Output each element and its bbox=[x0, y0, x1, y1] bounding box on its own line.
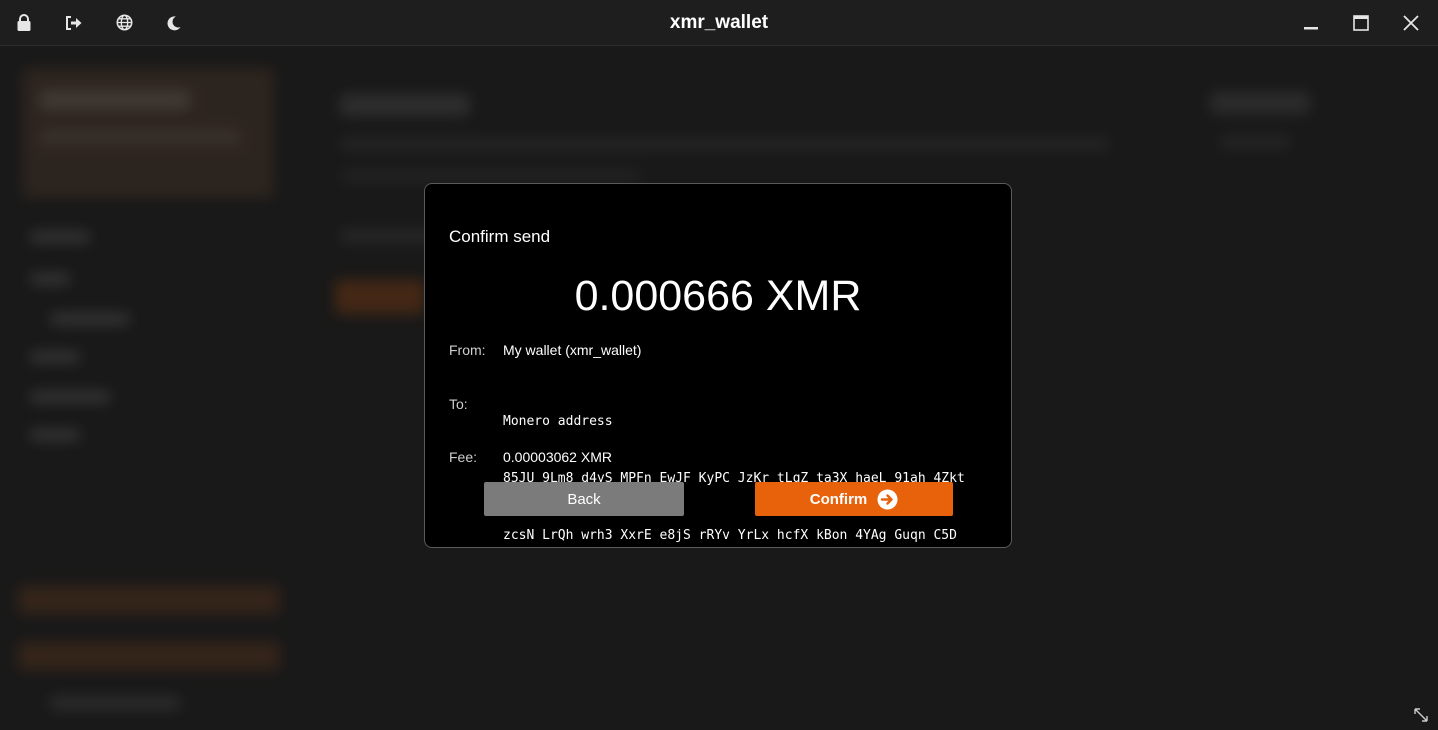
dialog-title: Confirm send bbox=[449, 227, 551, 246]
minimize-icon[interactable] bbox=[1296, 8, 1326, 38]
fee-value: 0.00003062 XMR bbox=[503, 449, 612, 465]
app-window: xmr_wallet Confirm send 0.000666 XMR Fro… bbox=[0, 0, 1438, 730]
address-type: Monero address bbox=[503, 414, 613, 429]
maximize-icon[interactable] bbox=[1346, 8, 1376, 38]
from-value: My wallet (xmr_wallet) bbox=[503, 342, 642, 358]
resize-grip-icon[interactable] bbox=[1412, 706, 1430, 724]
to-address-block: Monero address 85JU 9Lm8 d4yS MPFn EwJF … bbox=[503, 374, 965, 583]
window-controls bbox=[1276, 0, 1426, 45]
to-label: To: bbox=[449, 396, 468, 412]
from-label: From: bbox=[449, 342, 486, 358]
confirm-button-label: Confirm bbox=[809, 490, 868, 508]
confirm-button[interactable]: Confirm bbox=[755, 482, 953, 516]
address-line-2: zcsN LrQh wrh3 XxrE e8jS rRYv YrLx hcfX … bbox=[503, 528, 957, 543]
title-bar: xmr_wallet bbox=[0, 0, 1438, 46]
logout-icon[interactable] bbox=[60, 9, 88, 37]
back-button[interactable]: Back bbox=[484, 482, 684, 516]
lock-icon[interactable] bbox=[10, 9, 38, 37]
title-bar-left-icons bbox=[10, 0, 210, 45]
moon-icon[interactable] bbox=[160, 9, 188, 37]
window-title: xmr_wallet bbox=[669, 12, 769, 33]
send-amount: 0.000666 XMR bbox=[574, 272, 862, 320]
arrow-right-circle-icon bbox=[877, 489, 898, 510]
fee-label: Fee: bbox=[449, 449, 478, 465]
globe-icon[interactable] bbox=[110, 9, 138, 37]
close-icon[interactable] bbox=[1396, 8, 1426, 38]
back-button-label: Back bbox=[567, 490, 601, 508]
confirm-send-dialog: Confirm send 0.000666 XMR From: My walle… bbox=[424, 183, 1012, 548]
